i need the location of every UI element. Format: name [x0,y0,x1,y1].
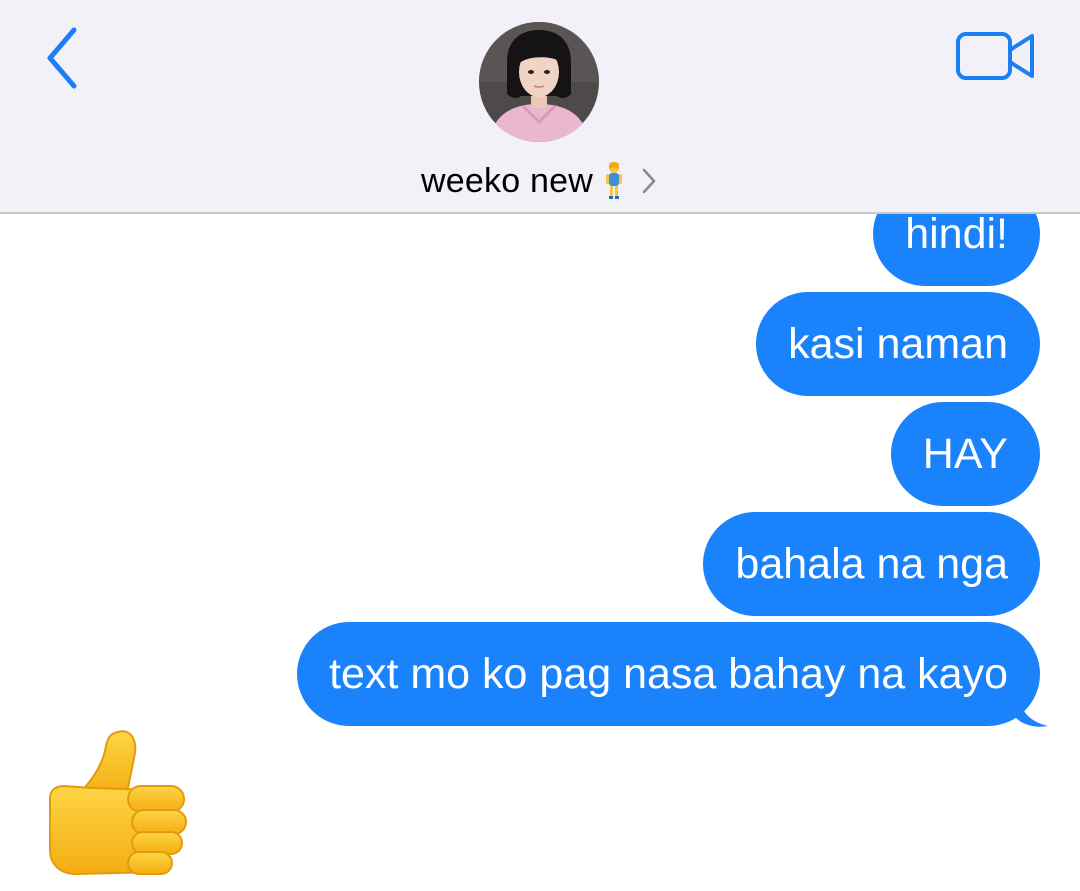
message-bubble-outgoing[interactable]: text mo ko pag nasa bahay na kayo [297,622,1040,726]
bubble-tail-icon [1016,688,1048,727]
contact-photo [479,22,599,142]
avatar[interactable] [479,22,599,142]
standing-woman-emoji-icon [605,162,622,199]
message-bubble-outgoing[interactable]: bahala na nga [703,512,1040,616]
message-text: kasi naman [788,319,1008,368]
message-bubble-outgoing[interactable]: HAY [890,402,1040,506]
thumbs-up-emoji-icon[interactable] [46,726,188,878]
message-text: text mo ko pag nasa bahay na kayo [329,649,1008,698]
conversation-header: weeko new [0,0,1080,214]
message-text: HAY [922,429,1008,478]
contact-name-button[interactable]: weeko new [0,156,1080,206]
message-text: hindi! [905,209,1008,258]
message-bubble-outgoing[interactable]: kasi naman [756,292,1040,396]
chevron-right-icon [642,168,656,194]
messages-screen: hindi! kasi naman HAY bahala na nga text… [0,0,1080,891]
contact-name: weeko new [421,161,593,200]
chevron-left-icon[interactable] [38,24,98,94]
message-text: bahala na nga [735,539,1008,588]
video-camera-icon[interactable] [954,28,1038,84]
